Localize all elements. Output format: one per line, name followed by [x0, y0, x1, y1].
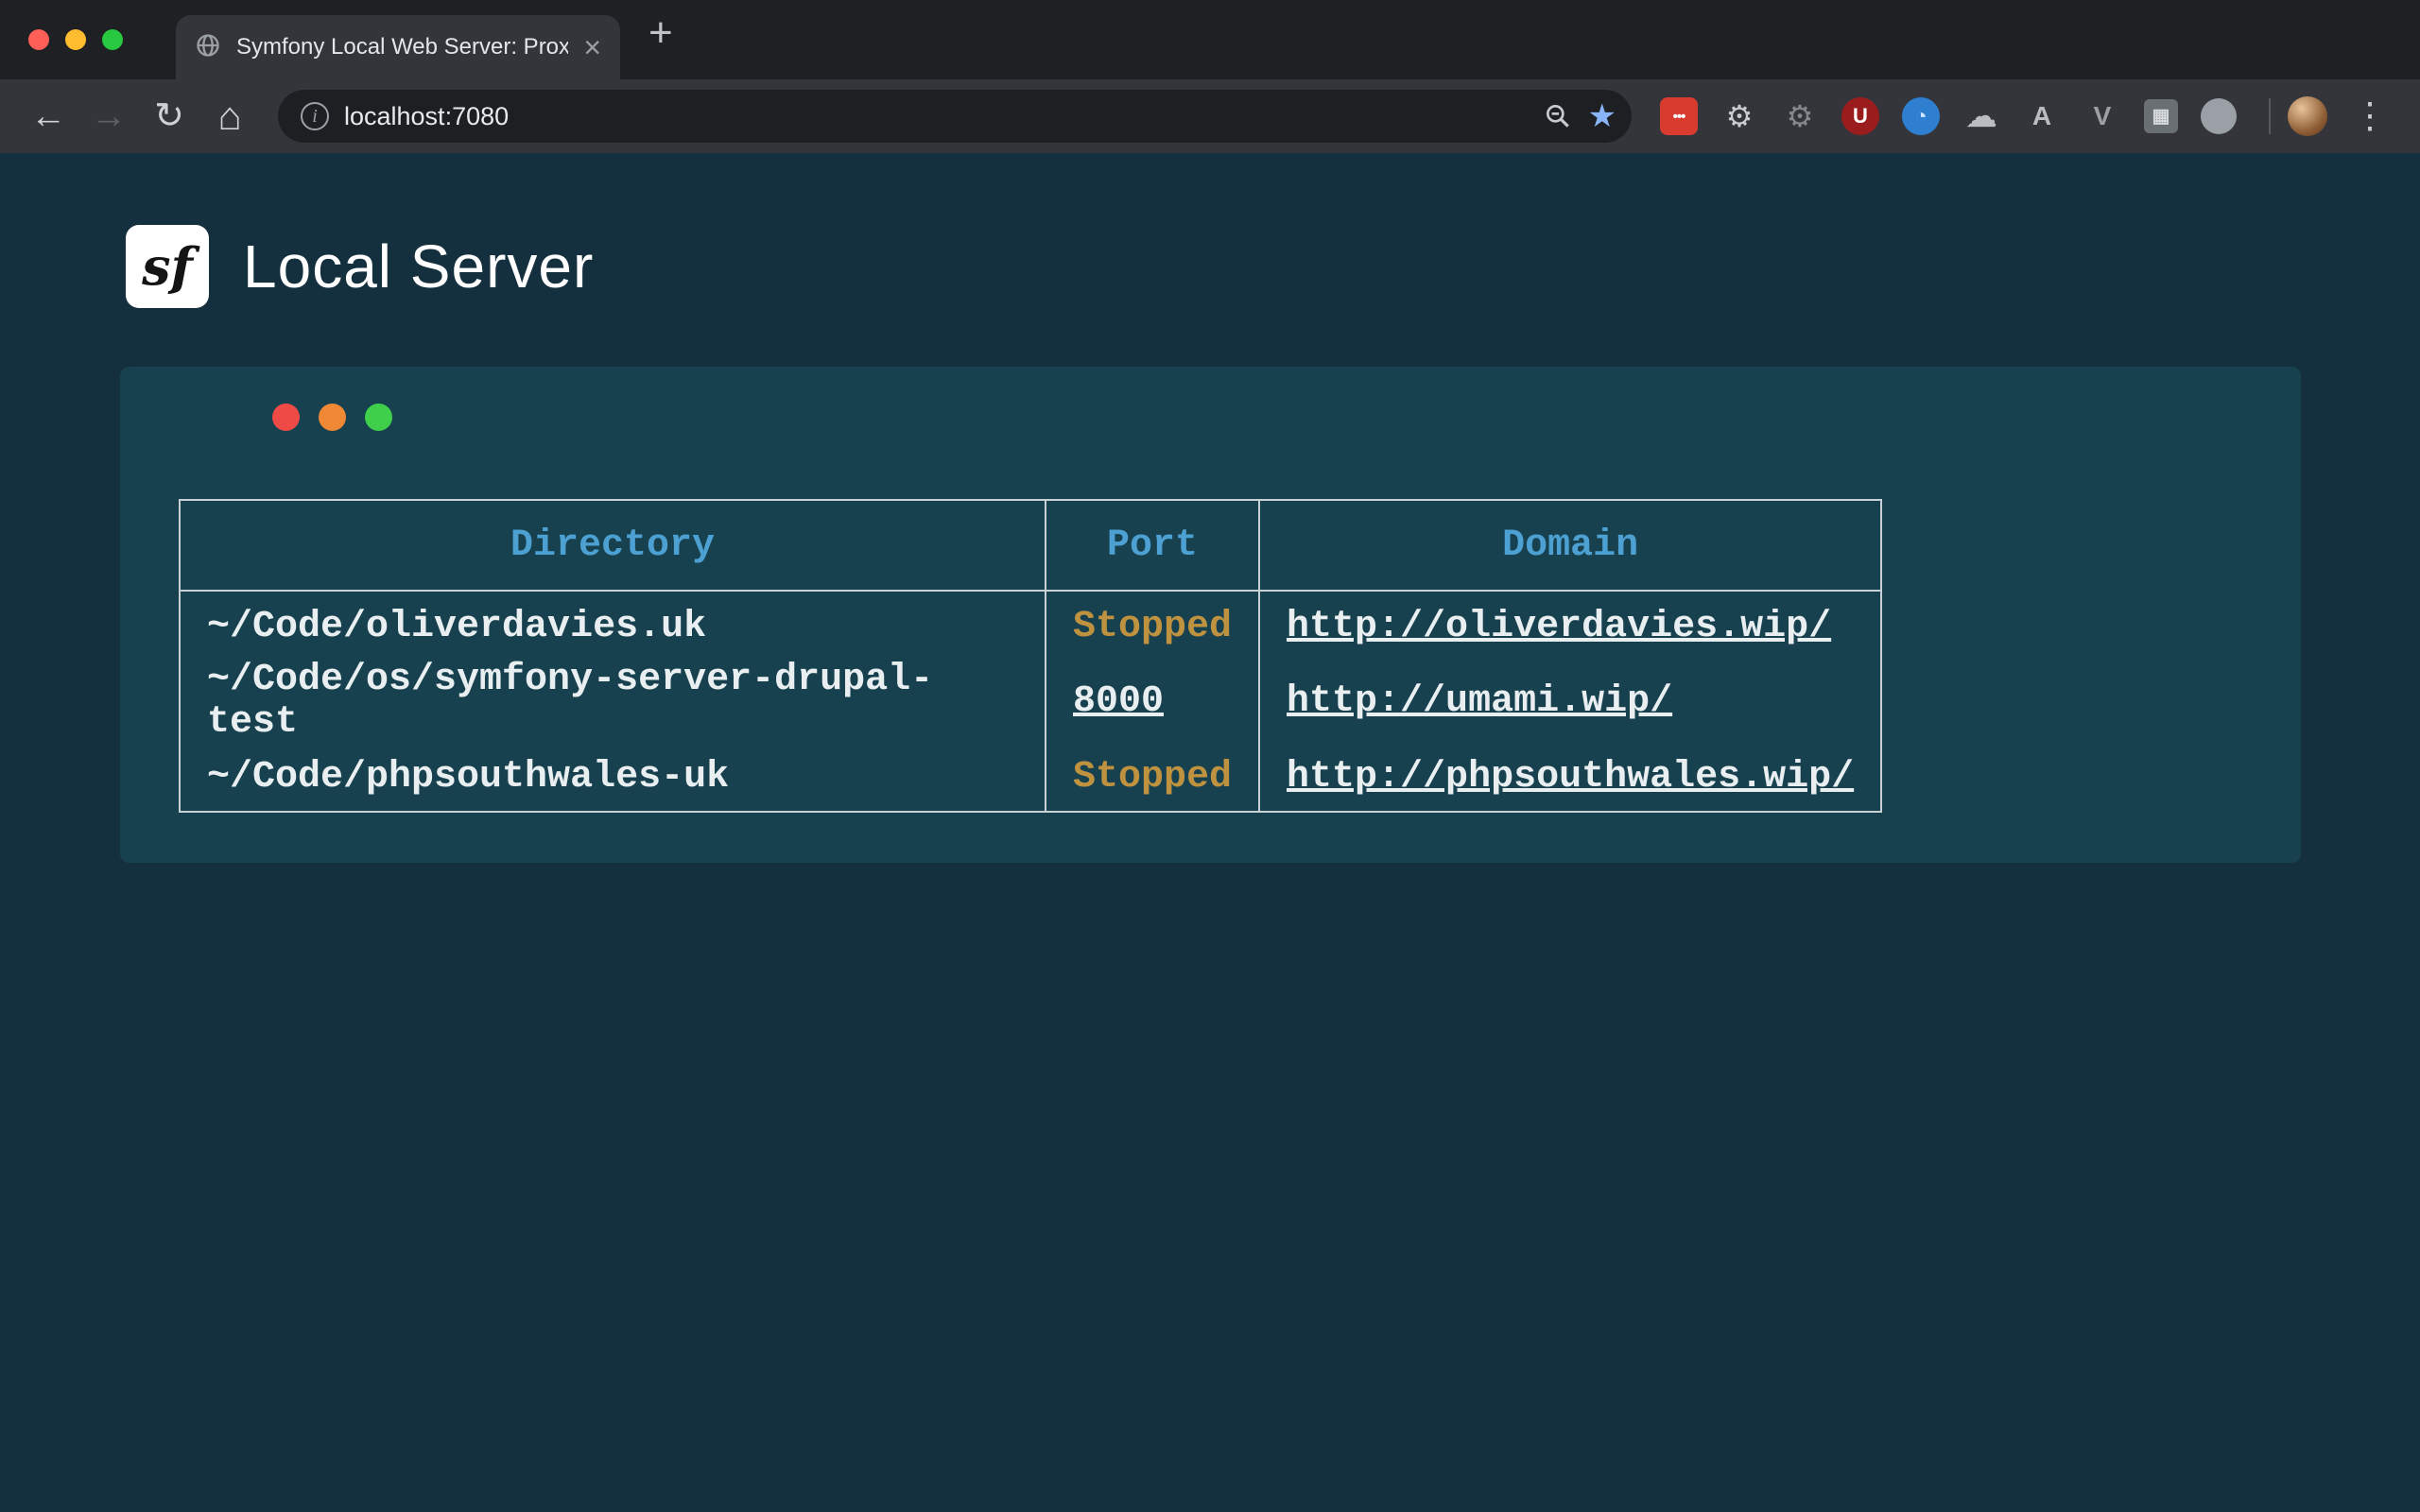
directory-cell: ~/Code/phpsouthwales-uk [180, 744, 1046, 812]
port-cell: Stopped [1046, 744, 1259, 812]
globe-favicon-icon [195, 32, 221, 63]
blue-circle-extension-glyph: ◔ [1914, 106, 1927, 127]
window-zoom-button[interactable] [102, 29, 123, 50]
url-text[interactable]: localhost:7080 [344, 102, 509, 131]
tab-close-icon[interactable]: × [583, 32, 601, 62]
port-cell: 8000 [1046, 659, 1259, 744]
grid-extension-icon[interactable]: ▦ [2144, 99, 2178, 133]
bookmark-star-icon[interactable]: ★ [1588, 97, 1616, 135]
letter-v-extension-icon[interactable]: V [2083, 97, 2121, 135]
column-header-port: Port [1046, 500, 1259, 591]
grid-extension-glyph: ▦ [2152, 107, 2170, 126]
window-minimize-button[interactable] [65, 29, 86, 50]
table-row: ~/Code/os/symfony-server-drupal-test 800… [180, 659, 1881, 744]
port-cell: Stopped [1046, 591, 1259, 659]
domain-link[interactable]: http://umami.wip/ [1287, 680, 1672, 723]
browser-tab[interactable]: Symfony Local Web Server: Prox × [176, 15, 620, 79]
profile-avatar[interactable] [2288, 96, 2327, 136]
directory-cell: ~/Code/oliverdavies.uk [180, 591, 1046, 659]
back-button[interactable]: ← [21, 98, 76, 134]
domain-cell: http://oliverdavies.wip/ [1259, 591, 1881, 659]
new-tab-button[interactable]: + [648, 12, 673, 54]
page-content: sf Local Server Directory Port Domain ~/… [0, 225, 2420, 863]
letter-v-extension-glyph: V [2094, 103, 2112, 129]
table-row: ~/Code/oliverdavies.uk Stopped http://ol… [180, 591, 1881, 659]
card-orange-dot-icon [319, 404, 346, 431]
address-bar[interactable]: i localhost:7080 ★ [278, 90, 1632, 143]
table-row: ~/Code/phpsouthwales-uk Stopped http://p… [180, 744, 1881, 812]
gear-light-extension-icon[interactable]: ⚙ [1720, 97, 1758, 135]
browser-menu-icon[interactable]: ⋮ [2352, 98, 2388, 134]
domain-cell: http://phpsouthwales.wip/ [1259, 744, 1881, 812]
red-dots-extension-icon[interactable]: ••• [1660, 97, 1698, 135]
gear-dark-extension-glyph: ⚙ [1787, 101, 1814, 131]
domain-link[interactable]: http://phpsouthwales.wip/ [1287, 756, 1854, 799]
server-card: Directory Port Domain ~/Code/oliverdavie… [120, 367, 2301, 863]
gear-dark-extension-icon[interactable]: ⚙ [1781, 97, 1819, 135]
extensions-strip: ••• ⚙ ⚙ U ◔ ☁ A V ▦ [1660, 97, 2237, 135]
blue-circle-extension-icon[interactable]: ◔ [1902, 97, 1940, 135]
reload-button[interactable]: ↻ [142, 98, 197, 134]
github-extension-icon[interactable] [2201, 98, 2237, 134]
cloud-extension-icon[interactable]: ☁ [1962, 97, 2000, 135]
column-header-domain: Domain [1259, 500, 1881, 591]
port-link[interactable]: 8000 [1073, 680, 1164, 723]
letter-a-extension-icon[interactable]: A [2023, 97, 2061, 135]
toolbar-separator [2269, 98, 2271, 134]
directory-cell: ~/Code/os/symfony-server-drupal-test [180, 659, 1046, 744]
red-dots-extension-glyph: ••• [1673, 110, 1685, 124]
port-status: Stopped [1073, 606, 1232, 648]
home-button[interactable]: ⌂ [202, 96, 257, 136]
column-header-directory: Directory [180, 500, 1046, 591]
port-status: Stopped [1073, 756, 1232, 799]
forward-button[interactable]: → [81, 98, 136, 134]
tab-title: Symfony Local Web Server: Prox [236, 34, 568, 60]
cloud-extension-glyph: ☁ [1965, 100, 1997, 132]
site-info-icon[interactable]: i [301, 102, 329, 130]
zoom-icon[interactable] [1543, 101, 1573, 131]
card-green-dot-icon [365, 404, 392, 431]
page-header: sf Local Server [126, 225, 2420, 308]
window-controls [28, 0, 123, 79]
window-close-button[interactable] [28, 29, 49, 50]
gear-light-extension-glyph: ⚙ [1726, 101, 1754, 131]
card-traffic-dots [272, 404, 392, 431]
table-header-row: Directory Port Domain [180, 500, 1881, 591]
domain-link[interactable]: http://oliverdavies.wip/ [1287, 606, 1831, 648]
page-title: Local Server [243, 232, 594, 301]
symfony-logo: sf [126, 225, 209, 308]
domain-cell: http://umami.wip/ [1259, 659, 1881, 744]
tab-bar: Symfony Local Web Server: Prox × + [0, 0, 2420, 79]
servers-table: Directory Port Domain ~/Code/oliverdavie… [179, 499, 1882, 813]
ublock-extension-glyph: U [1853, 106, 1868, 127]
browser-toolbar: ← → ↻ ⌂ i localhost:7080 ★ ••• ⚙ ⚙ U ◔ ☁… [0, 79, 2420, 153]
letter-a-extension-glyph: A [2032, 103, 2051, 129]
ublock-extension-icon[interactable]: U [1841, 97, 1879, 135]
card-red-dot-icon [272, 404, 300, 431]
